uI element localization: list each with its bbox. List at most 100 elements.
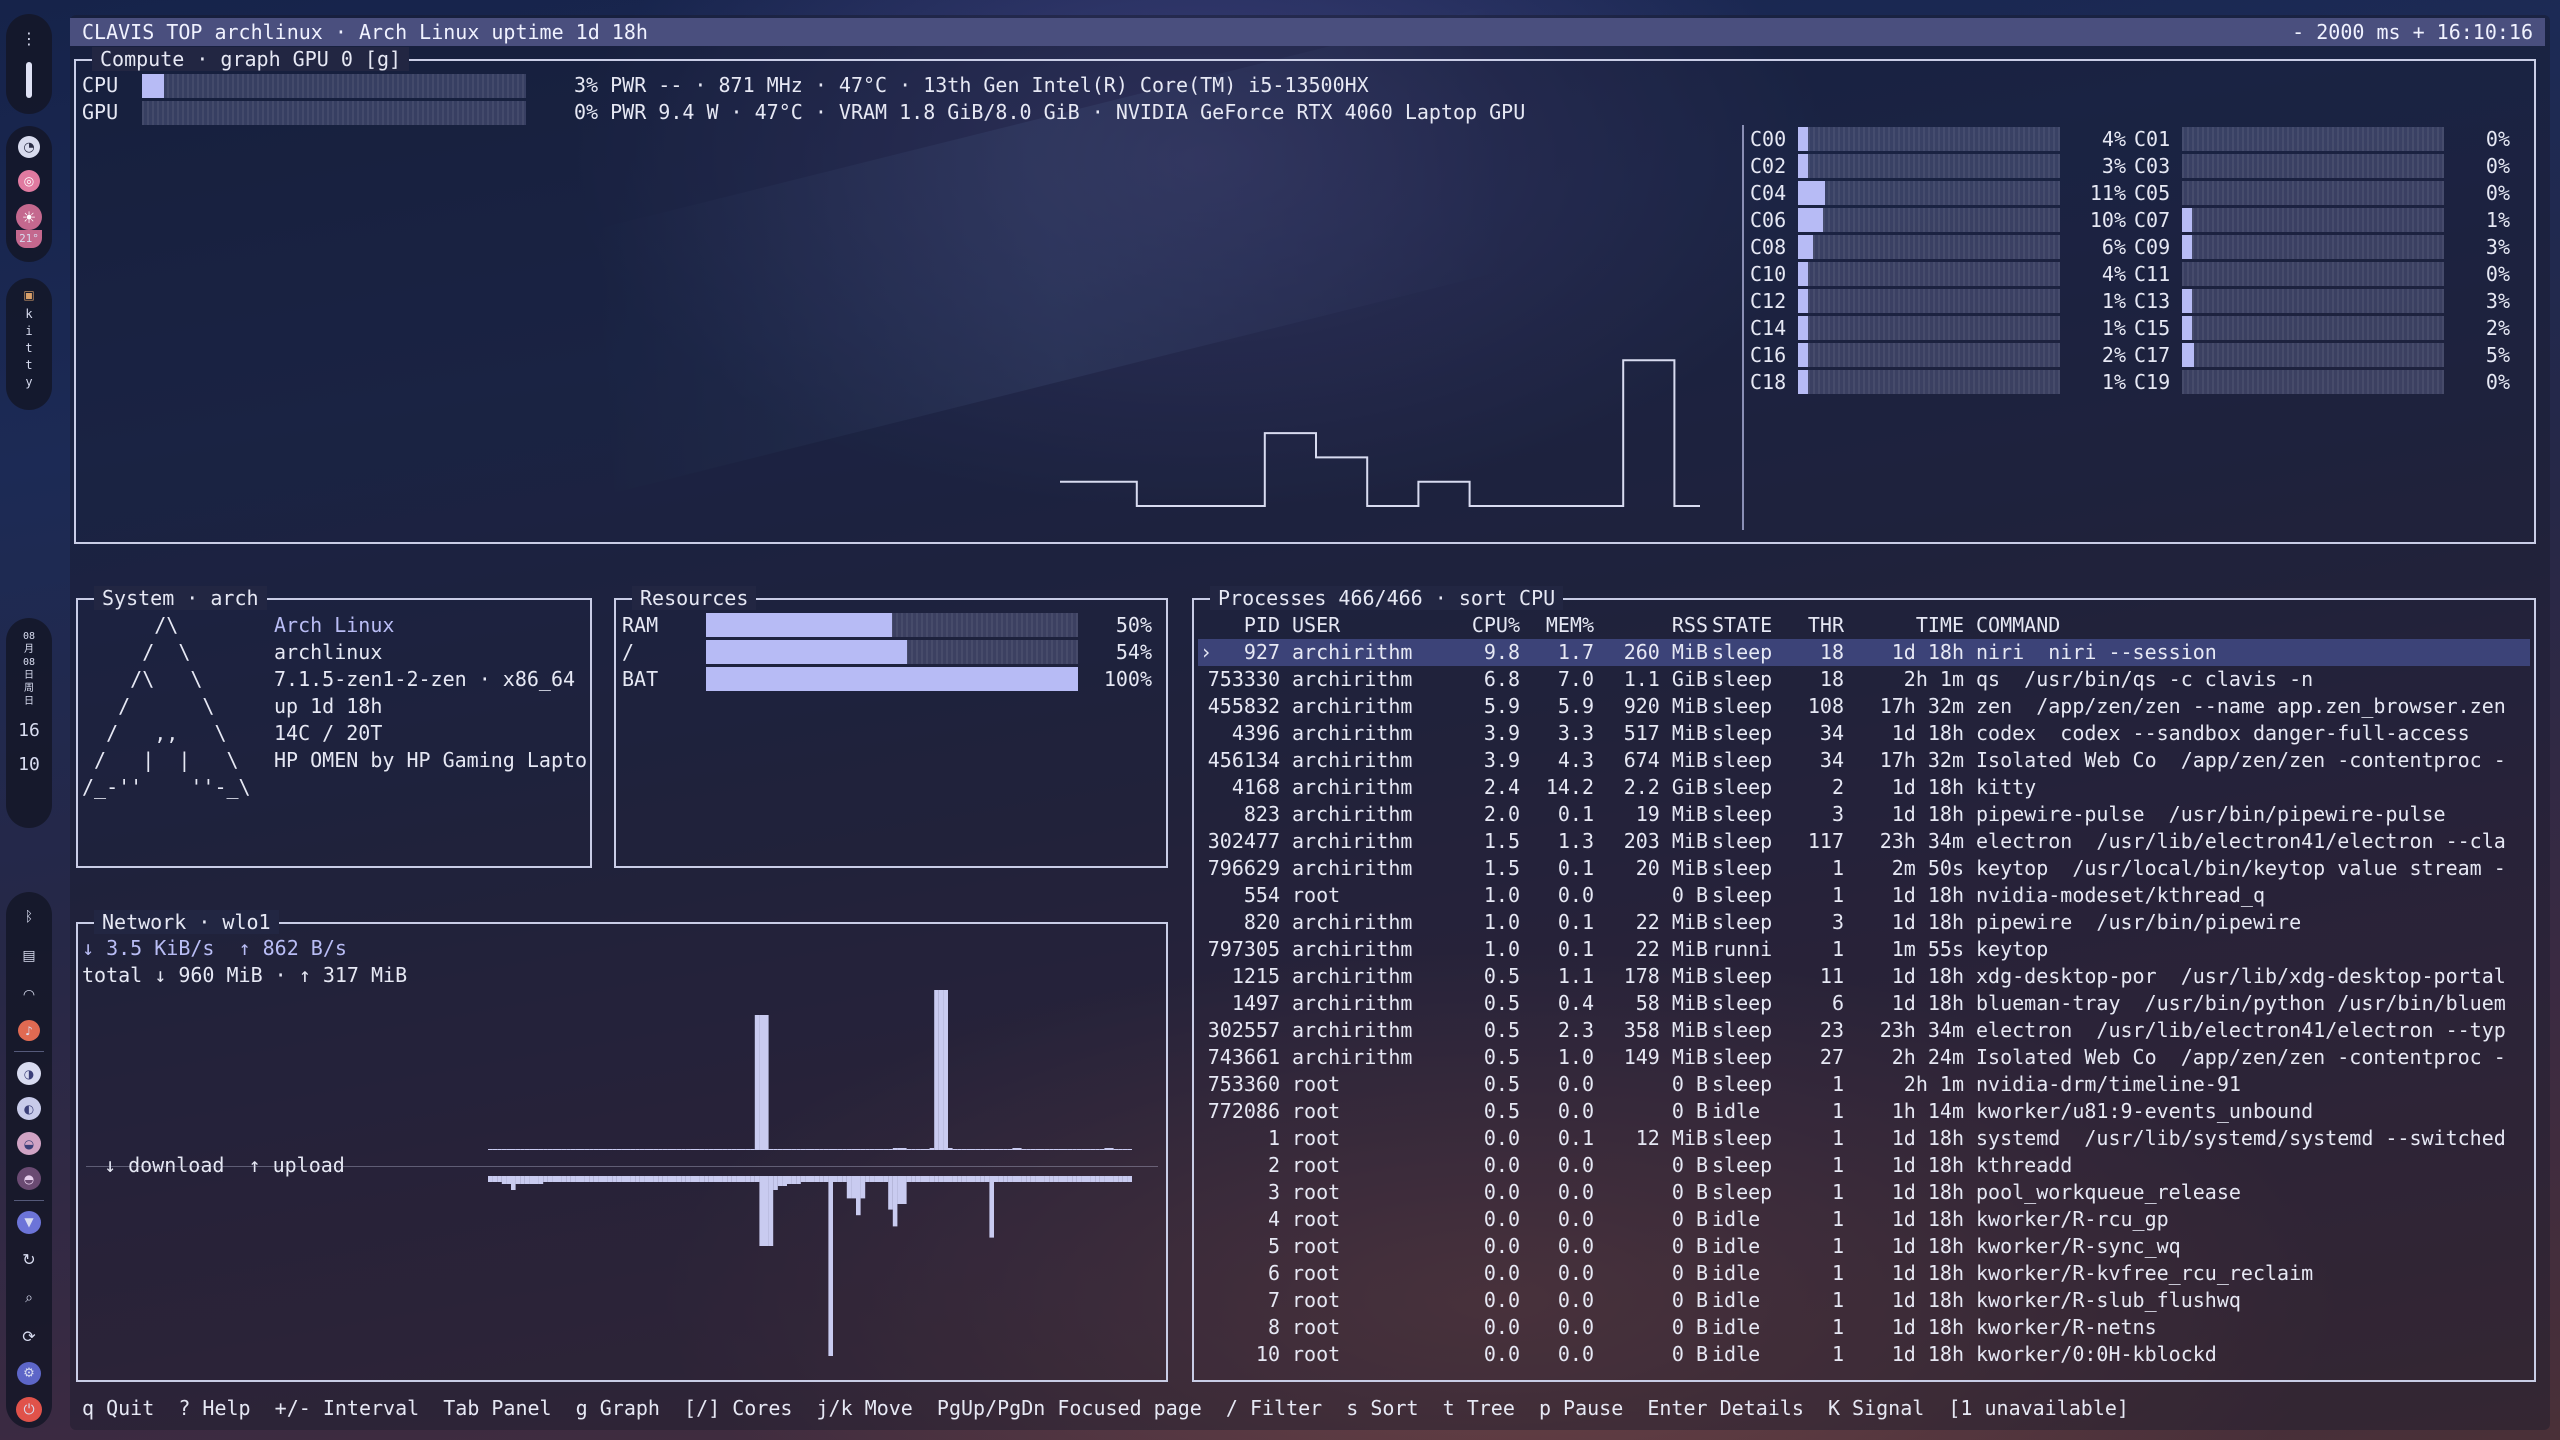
download-bar [575,1149,580,1150]
core-label: C07 [2134,208,2171,232]
power-icon[interactable]: ⏻ [16,1397,42,1422]
download-bar [1090,1149,1096,1150]
download-bar [1035,1149,1040,1150]
upload-bar [722,1176,728,1182]
process-cell: sleep [1712,640,1773,664]
brightness-icon[interactable]: ◒ [17,1132,41,1156]
download-bar [865,1149,870,1150]
process-cell: 0 B [1671,883,1708,907]
core-label: C11 [2134,262,2171,286]
upload-bar [561,1176,567,1182]
mic-icon[interactable]: ◐ [17,1097,41,1121]
download-bar [731,1149,737,1150]
download-bar [856,1149,861,1150]
refresh-icon[interactable]: ↻ [15,1246,43,1273]
restart-icon[interactable]: ⟳ [15,1323,43,1350]
clipboard-icon[interactable]: ▤ [15,943,43,970]
weather-temp: 21° [16,230,42,248]
process-cell: 3.9 [1483,721,1520,745]
process-cell: keytop /usr/local/bin/keytop value strea… [1976,856,2506,880]
upload-bar [566,1176,571,1182]
notification-dot-icon[interactable]: ♪ [18,1020,40,1042]
process-cell: 1d 18h [1891,964,1964,988]
process-cell: 456134 [1207,748,1280,772]
kitty-app-icon[interactable]: ▣ [20,286,38,304]
download-bar [1109,1148,1114,1150]
download-bar [1095,1149,1100,1150]
upload-bar [672,1176,677,1182]
download-bar [768,1149,774,1150]
download-bar [1076,1149,1082,1150]
process-header-state[interactable]: STATE [1712,612,1792,639]
core-percent: 0% [2485,154,2510,178]
interval-clock[interactable]: - 2000 ms + 16:10:16 [2292,18,2533,46]
download-bar [1007,1149,1013,1150]
process-cell: 0 B [1671,1234,1708,1258]
process-cell: kworker/R-netns [1976,1315,2157,1339]
volume-icon[interactable]: ◑ [17,1062,41,1086]
download-bar [883,1149,889,1150]
weather-sun-icon: ☀ [16,204,42,230]
process-cell: 17h 32m [1879,748,1964,772]
search-icon[interactable]: ⌕ [15,1285,43,1312]
core-bar-fill [1798,316,1808,340]
process-cell: archirithm [1292,856,1413,880]
process-cell: 1d 18h [1891,1126,1964,1150]
process-header-thr[interactable]: THR [1792,612,1844,639]
process-cell: 1d 18h [1891,1234,1964,1258]
menu-dots-icon[interactable]: ⋮ [15,24,43,52]
process-header-command[interactable]: COMMAND [1976,612,2536,639]
bell-icon[interactable]: ◔ [18,136,40,158]
upload-bar [833,1176,838,1182]
process-cell: sleep [1712,1180,1773,1204]
upload-bar [736,1176,741,1182]
upload-bar [1012,1176,1017,1182]
process-cell: 1d 18h [1891,991,1964,1015]
process-header-user[interactable]: USER [1292,612,1442,639]
process-cell: 0 B [1671,1072,1708,1096]
download-bar [938,990,944,1150]
settings-gear-icon[interactable]: ⚙ [17,1362,41,1386]
upload-bar [754,1176,760,1182]
core-bar [1798,235,2060,259]
core-label: C14 [1750,316,1787,340]
process-header-mem-pct[interactable]: MEM% [1520,612,1594,639]
upload-bar [616,1176,622,1182]
download-bar [511,1149,516,1150]
process-header-pid[interactable]: PID [1198,612,1280,639]
network-status-icon[interactable]: ▼ [17,1210,41,1234]
download-bar [764,1015,769,1150]
process-header-rss[interactable]: RSS [1594,612,1708,639]
process-cell: 0.0 [1483,1288,1520,1312]
core-label: C10 [1750,262,1787,286]
wifi-icon[interactable]: ◠ [15,982,43,1009]
core-percent: 0% [2485,262,2510,286]
bluetooth-icon[interactable]: ᛒ [15,904,43,931]
process-cell: 5.9 [1483,694,1520,718]
process-cell: 23h 34m [1879,829,1964,853]
download-bar [1072,1149,1077,1150]
gpu-history-graph [1060,359,1700,507]
workspace-indicator[interactable] [26,62,32,98]
upload-bar [980,1176,985,1182]
record-icon[interactable]: ◎ [18,170,40,192]
process-cell: 1 [1831,856,1844,880]
process-cell: 0 B [1671,1153,1708,1177]
process-cell: 0.5 [1483,1045,1520,1069]
upload-bar [906,1176,912,1182]
process-cell: 14.2 [1545,775,1594,799]
keyboard-light-icon[interactable]: ◓ [17,1167,41,1191]
upload-bar [520,1176,525,1184]
process-cell: 0.0 [1483,1126,1520,1150]
core-label: C17 [2134,343,2171,367]
upload-bar [511,1176,516,1190]
arch-logo-line: / | | \ [82,748,239,772]
download-bar [906,1149,912,1150]
download-bar [1067,1149,1073,1150]
upload-bar [704,1176,709,1182]
upload-bar [860,1176,866,1199]
process-cell: 743661 [1207,1045,1280,1069]
process-header-time[interactable]: TIME [1844,612,1964,639]
process-header-cpu-pct[interactable]: CPU% [1440,612,1520,639]
process-cell: nvidia-drm/timeline-91 [1976,1072,2241,1096]
